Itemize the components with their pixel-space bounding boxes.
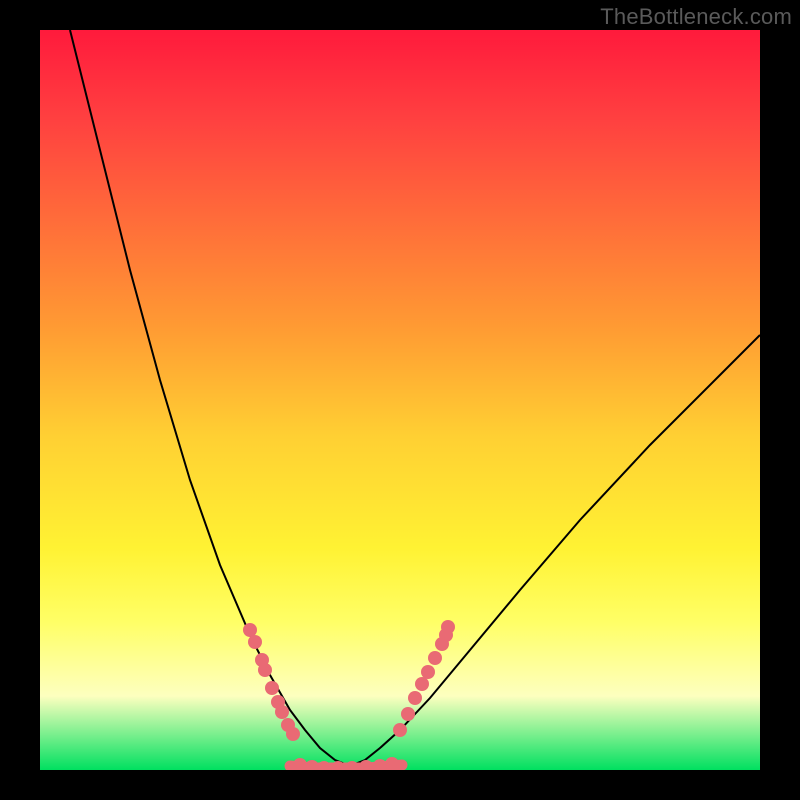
marker-point [401, 707, 415, 721]
marker-point [258, 663, 272, 677]
plot-area [40, 30, 760, 770]
chart-frame: TheBottleneck.com [0, 0, 800, 800]
marker-point [286, 727, 300, 741]
marker-point [428, 651, 442, 665]
marker-point [421, 665, 435, 679]
chart-svg [40, 30, 760, 770]
marker-point [243, 623, 257, 637]
marker-point [248, 635, 262, 649]
marker-point [408, 691, 422, 705]
marker-point [385, 757, 399, 770]
marker-point [317, 761, 331, 770]
series-left-curve [70, 30, 350, 766]
marker-point [393, 723, 407, 737]
marker-point [275, 705, 289, 719]
watermark-text: TheBottleneck.com [600, 4, 792, 30]
marker-point [293, 758, 307, 770]
marker-point [265, 681, 279, 695]
marker-point [305, 760, 319, 770]
data-markers [243, 620, 455, 770]
curve-lines [70, 30, 760, 768]
marker-point [415, 677, 429, 691]
marker-point [373, 759, 387, 770]
marker-point [441, 620, 455, 634]
